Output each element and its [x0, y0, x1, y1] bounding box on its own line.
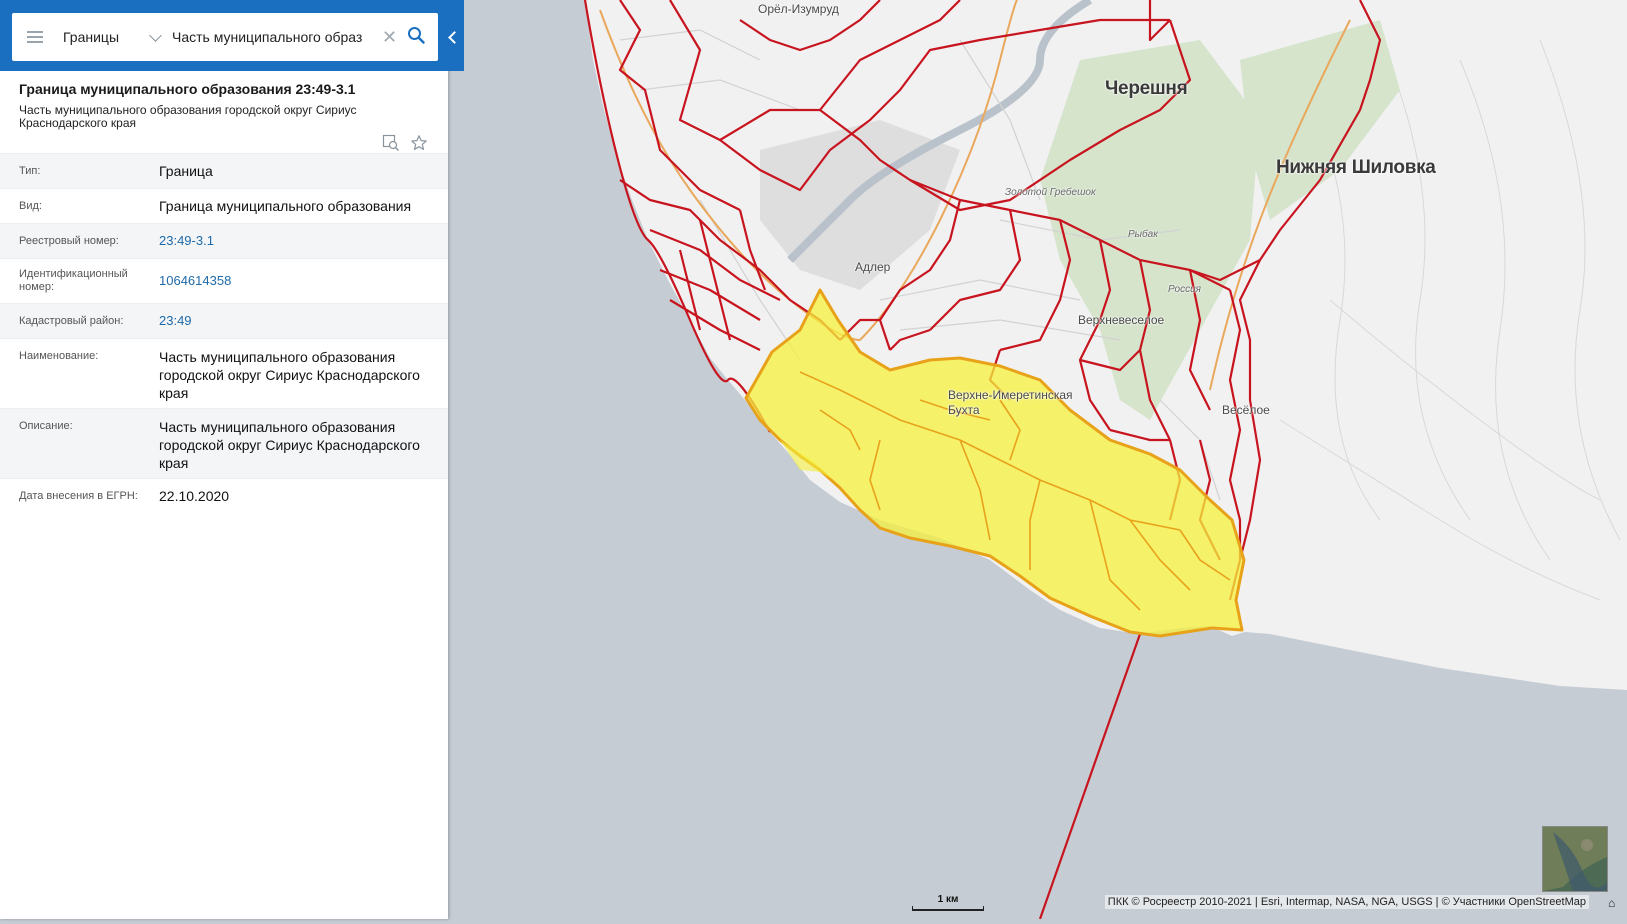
- attr-value: Часть муниципального образования городск…: [159, 419, 420, 471]
- hamburger-menu-icon[interactable]: [27, 31, 43, 43]
- attribute-table: Тип: Граница Вид: Граница муниципального…: [0, 153, 448, 513]
- info-header: Граница муниципального образования 23:49…: [0, 71, 448, 151]
- attr-value: Граница муниципального образования: [159, 198, 412, 214]
- basemap-switcher-thumbnail[interactable]: [1542, 826, 1608, 892]
- search-bar: Границы ✕: [0, 0, 464, 71]
- chevron-left-icon: [448, 30, 461, 44]
- attr-key: Описание:: [19, 420, 73, 432]
- attr-value: 22.10.2020: [159, 488, 230, 504]
- map-label-rybak: Рыбак: [1128, 229, 1158, 240]
- map-label-verkhnevesyoloe: Верхневеселое: [1078, 313, 1165, 327]
- map-label-imeretinskaya: Верхне-Имеретинская: [948, 388, 1073, 402]
- scale-label: 1 км: [937, 894, 959, 905]
- attr-row-id-number: Идентификационный номер: 1064614358: [0, 258, 448, 303]
- collapse-panel-button[interactable]: [442, 20, 464, 54]
- clear-icon[interactable]: ✕: [382, 28, 397, 46]
- layer-select[interactable]: Границы: [63, 29, 129, 45]
- attr-row-kind: Вид: Граница муниципального образования: [0, 188, 448, 223]
- attr-row-description: Описание: Часть муниципального образован…: [0, 408, 448, 478]
- info-subtitle: Часть муниципального образования городск…: [19, 103, 357, 130]
- map-label-rossiya: Россия: [1168, 284, 1202, 295]
- attr-row-egrn-date: Дата внесения в ЕГРН: 22.10.2020: [0, 478, 448, 513]
- attr-row-registry-number: Реестровый номер: 23:49-3.1: [0, 223, 448, 258]
- chevron-down-icon[interactable]: [149, 28, 162, 42]
- info-panel: Граница муниципального образования 23:49…: [0, 0, 448, 919]
- cadastral-district-link[interactable]: 23:49: [159, 312, 448, 330]
- home-icon[interactable]: ⌂: [1608, 896, 1615, 910]
- attr-key: Наименование:: [19, 350, 99, 362]
- attr-key: Тип:: [19, 164, 41, 177]
- map-attribution: ПКК © Росреестр 2010-2021 | Esri, Interm…: [1104, 895, 1589, 909]
- attr-key: Идентификационный номер:: [19, 268, 128, 293]
- map-label-chereshnya: Черешня: [1105, 78, 1188, 99]
- attr-key: Вид:: [19, 199, 42, 212]
- search-box: Границы ✕: [12, 13, 438, 61]
- map-label-zolotoy-grebeshok: Золотой Гребешок: [1005, 187, 1096, 198]
- attr-row-cadastral-district: Кадастровый район: 23:49: [0, 303, 448, 338]
- attr-row-name: Наименование: Часть муниципального образ…: [0, 338, 448, 408]
- attr-key: Реестровый номер:: [19, 234, 119, 247]
- scale-bar: 1 км: [912, 894, 984, 911]
- attr-key: Дата внесения в ЕГРН:: [19, 489, 138, 502]
- attr-value: Граница: [159, 163, 213, 179]
- info-title: Граница муниципального образования 23:49…: [19, 81, 356, 97]
- map-label-nizhnyaya-shilovka: Нижняя Шиловка: [1276, 157, 1436, 178]
- map-label-orel-izumrud: Орёл-Изумруд: [758, 2, 839, 16]
- attr-row-type: Тип: Граница: [0, 153, 448, 188]
- attr-value: Часть муниципального образования городск…: [159, 349, 420, 401]
- search-icon[interactable]: [407, 26, 425, 49]
- registry-number-link[interactable]: 23:49-3.1: [159, 232, 448, 250]
- scale-bar-line: [912, 906, 984, 911]
- attr-key: Кадастровый район:: [19, 314, 124, 327]
- map-label-bukhta: Бухта: [948, 403, 980, 417]
- id-number-link[interactable]: 1064614358: [159, 272, 448, 290]
- map-label-vesyoloe: Весёлое: [1222, 403, 1270, 417]
- search-input[interactable]: [172, 29, 372, 45]
- map-label-adler: Адлер: [855, 260, 891, 274]
